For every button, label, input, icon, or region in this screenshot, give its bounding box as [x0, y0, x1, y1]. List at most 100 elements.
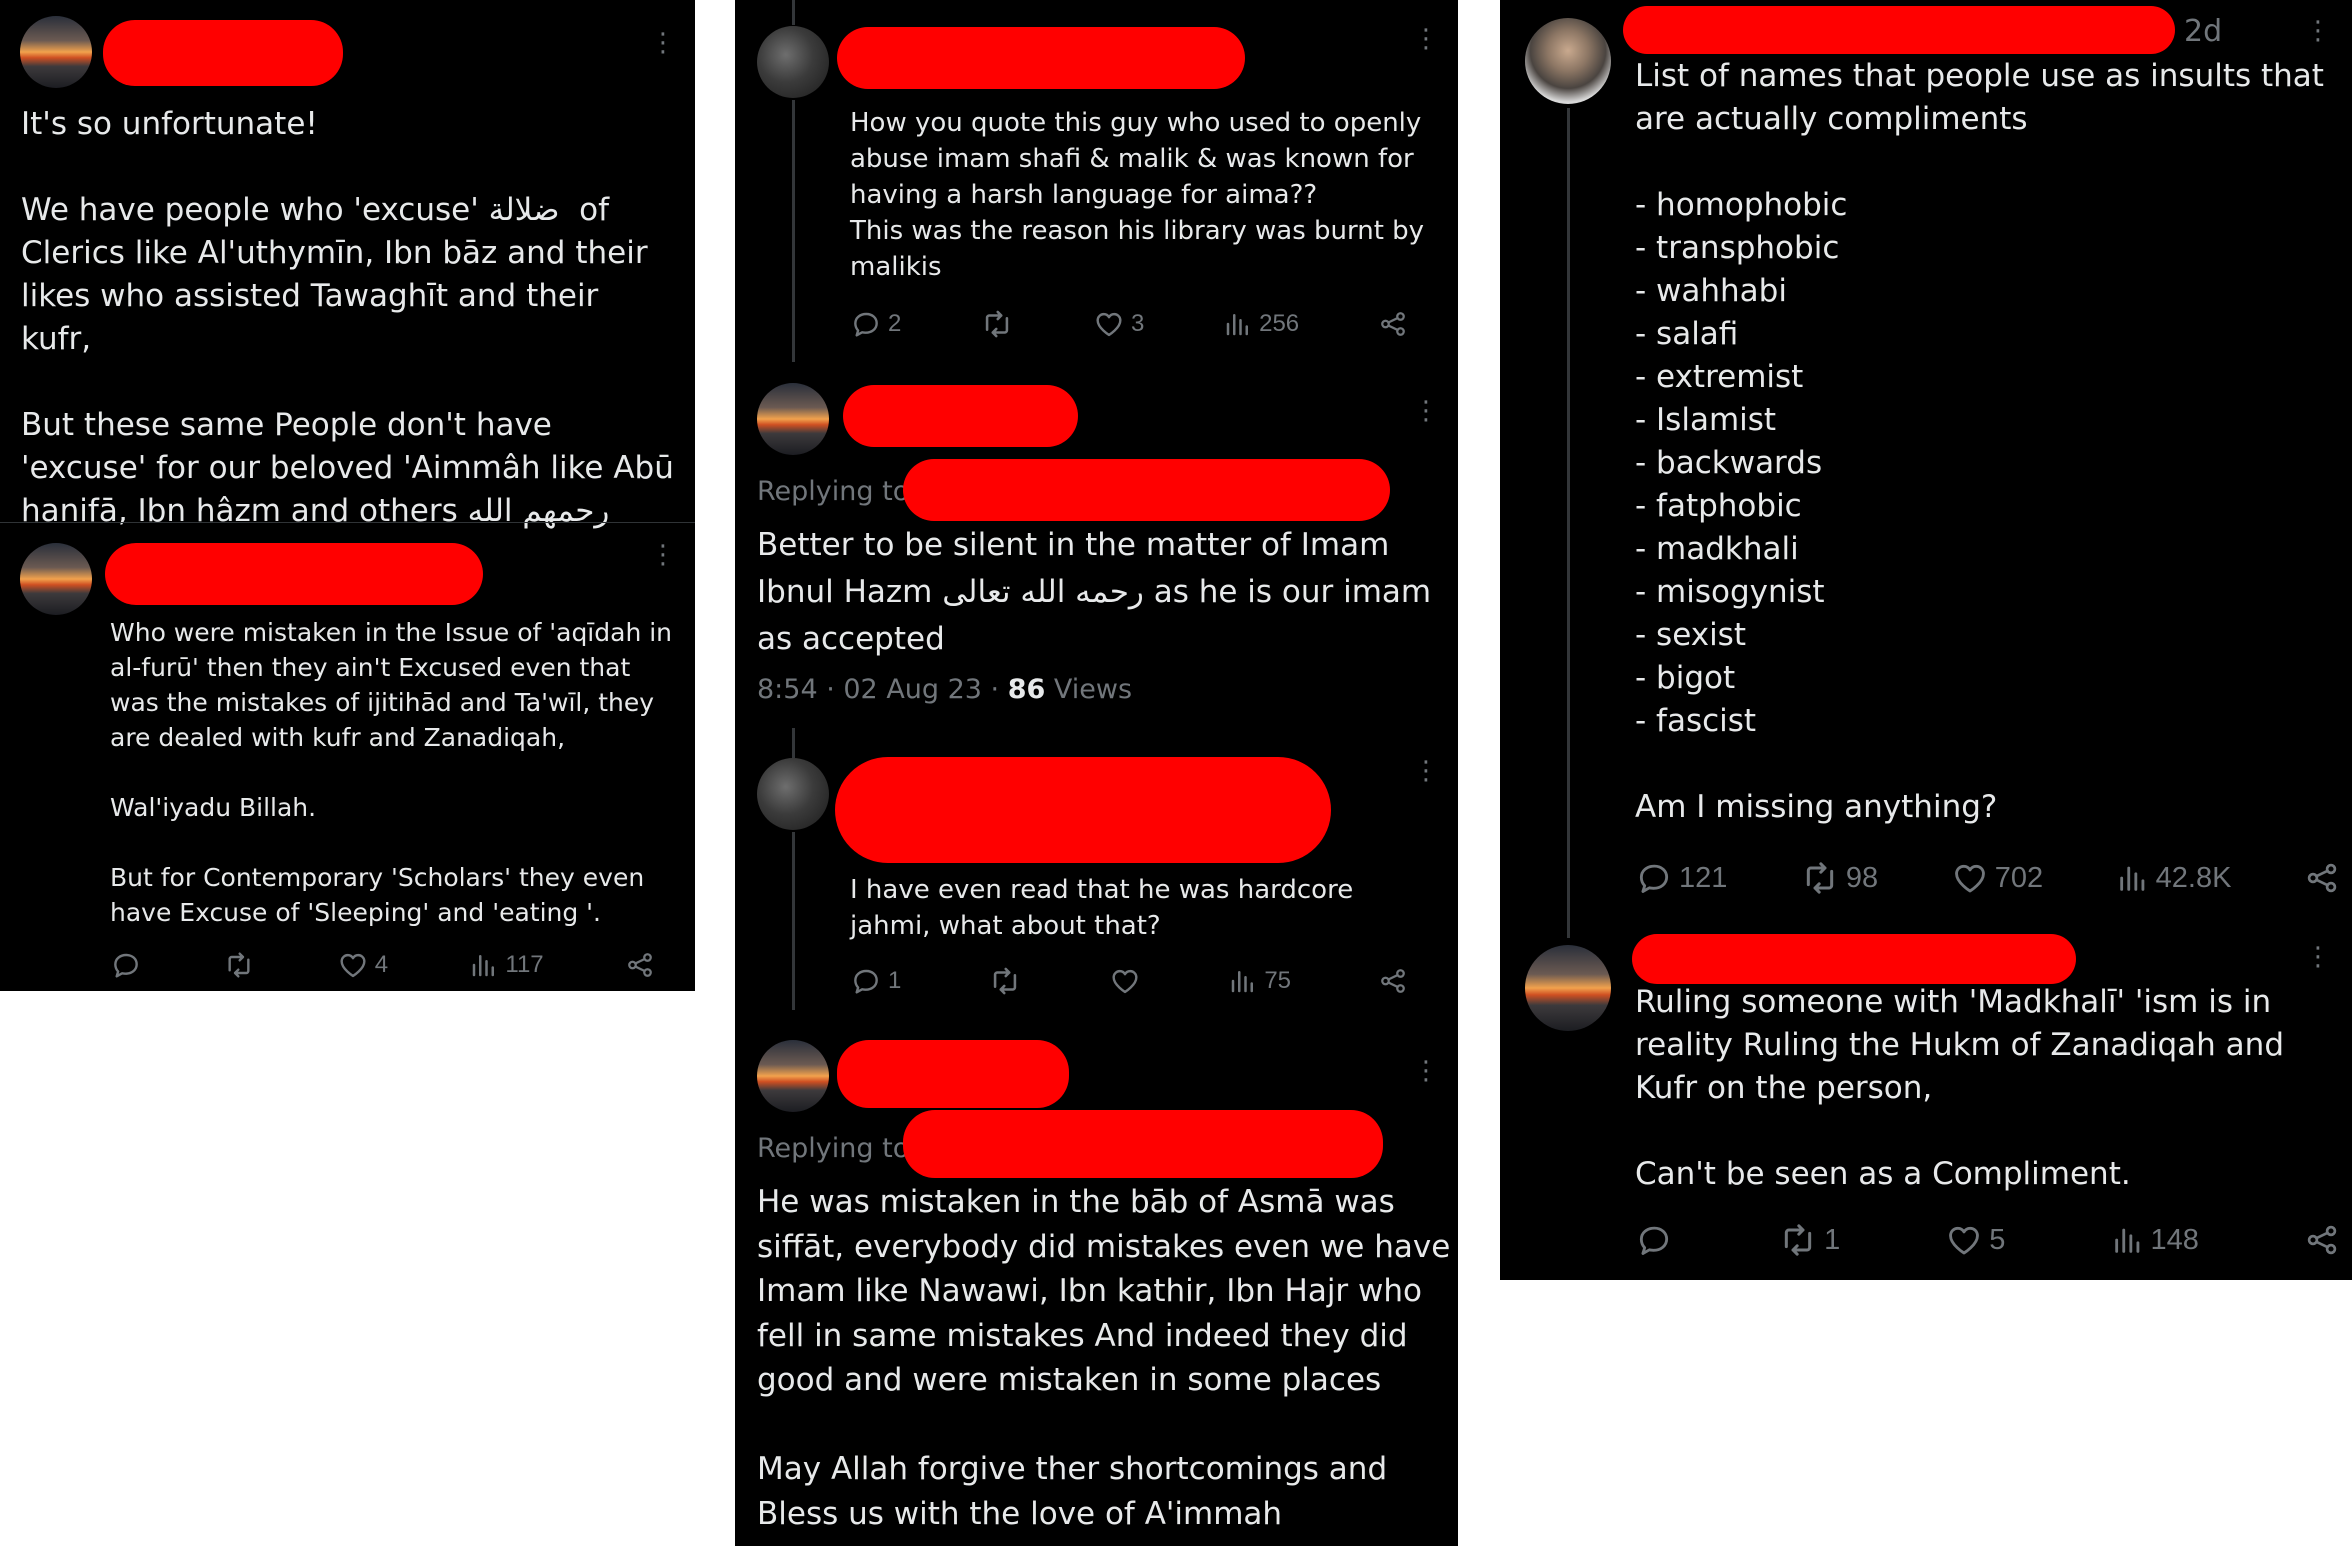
- views-button[interactable]: 117: [469, 950, 544, 980]
- views-button[interactable]: 148: [2111, 1223, 2199, 1257]
- reply-count: 1: [888, 967, 902, 994]
- view-count: 42.8K: [2155, 861, 2232, 894]
- repost-count: 98: [1845, 861, 1879, 894]
- like-icon: [1945, 1221, 1983, 1259]
- reply-icon: [1635, 859, 1673, 897]
- share-button[interactable]: [2304, 1222, 2340, 1258]
- redacted-mention[interactable]: [903, 459, 1390, 521]
- like-icon: [337, 949, 369, 981]
- views-icon: [2111, 1223, 2145, 1257]
- user-avatar[interactable]: [757, 383, 829, 455]
- like-count: 4: [374, 951, 389, 978]
- redacted-username: [837, 27, 1245, 89]
- reply-icon: [850, 965, 882, 997]
- like-button[interactable]: 702: [1951, 859, 2043, 897]
- user-avatar[interactable]: [757, 758, 829, 830]
- repost-button[interactable]: 98: [1800, 858, 1878, 898]
- reply-icon: [1635, 1221, 1673, 1259]
- reply-icon: [110, 949, 142, 981]
- repost-icon: [1800, 858, 1840, 898]
- views-button[interactable]: 42.8K: [2116, 861, 2232, 895]
- thread-panel-left: ⋮ It's so unfortunate! We have people wh…: [0, 0, 695, 991]
- user-avatar[interactable]: [20, 543, 92, 615]
- more-icon[interactable]: ⋮: [2305, 18, 2331, 44]
- user-avatar[interactable]: [1525, 945, 1611, 1031]
- thread-line: [792, 832, 795, 1010]
- views-icon: [469, 950, 499, 980]
- reply-button[interactable]: 1: [850, 965, 901, 997]
- redacted-username: [837, 1040, 1069, 1108]
- reply-button[interactable]: [1635, 1221, 1673, 1259]
- repost-count: 1: [1824, 1223, 1841, 1256]
- tweet-text: List of names that people use as insults…: [1635, 58, 2324, 825]
- more-icon[interactable]: ⋮: [2305, 944, 2331, 970]
- like-icon: [1109, 965, 1141, 997]
- repost-button[interactable]: [223, 949, 255, 981]
- tweet-actions: 1 75: [850, 963, 1408, 999]
- tweet-text: It's so unfortunate! We have people who …: [21, 106, 674, 529]
- redacted-username: [1632, 934, 2076, 984]
- repost-button[interactable]: [988, 964, 1022, 998]
- repost-icon: [988, 964, 1022, 998]
- like-count: 3: [1130, 310, 1145, 337]
- tweet-actions: 121 98 702 42.8K: [1635, 858, 2340, 898]
- reply-text: Who were mistaken in the Issue of 'aqīda…: [110, 618, 673, 927]
- redacted-username: [105, 543, 483, 605]
- reply-button[interactable]: [110, 949, 142, 981]
- repost-icon: [980, 307, 1014, 341]
- tweet-text: Better to be silent in the matter of Ima…: [757, 527, 1441, 657]
- user-avatar[interactable]: [757, 1040, 829, 1112]
- share-button[interactable]: [1378, 966, 1408, 996]
- redacted-username: [835, 757, 1331, 863]
- user-avatar[interactable]: [1525, 18, 1611, 104]
- share-icon: [1378, 309, 1408, 339]
- redacted-username: [103, 20, 343, 86]
- view-count: 86: [1007, 674, 1046, 705]
- redacted-username: [843, 385, 1078, 447]
- more-icon[interactable]: ⋮: [650, 542, 676, 568]
- reply-text: How you quote this guy who used to openl…: [850, 108, 1425, 282]
- more-icon[interactable]: ⋮: [1413, 1058, 1439, 1084]
- views-icon: [1228, 966, 1258, 996]
- like-button[interactable]: 4: [337, 949, 388, 981]
- reply-button[interactable]: 121: [1635, 859, 1727, 897]
- user-avatar[interactable]: [757, 26, 829, 98]
- views-label: Views: [1045, 674, 1133, 705]
- reply-text: I have even read that he was hardcore ja…: [850, 875, 1362, 941]
- more-icon[interactable]: ⋮: [1413, 758, 1439, 784]
- more-icon[interactable]: ⋮: [1413, 398, 1439, 424]
- views-button[interactable]: 256: [1223, 309, 1299, 339]
- share-button[interactable]: [625, 950, 655, 980]
- view-count: 75: [1264, 967, 1292, 994]
- reply-text: He was mistaken in the bāb of Asmā was s…: [757, 1184, 1451, 1532]
- tweet-actions: 4 117: [110, 948, 655, 982]
- share-icon: [1378, 966, 1408, 996]
- tweet-timestamp: 8:54 · 02 Aug 23 ·: [757, 674, 1008, 705]
- repost-icon: [223, 949, 255, 981]
- thread-line: [792, 728, 795, 758]
- replying-to-label: Replying to: [757, 476, 910, 507]
- thread-panel-right: 2d ⋮ List of names that people use as in…: [1500, 0, 2352, 1280]
- share-button[interactable]: [1378, 309, 1408, 339]
- repost-button[interactable]: [980, 307, 1014, 341]
- tweet-actions: 2 3 256: [850, 306, 1408, 342]
- more-icon[interactable]: ⋮: [650, 30, 676, 56]
- share-button[interactable]: [2304, 860, 2340, 896]
- repost-button[interactable]: 1: [1778, 1220, 1840, 1260]
- reply-icon: [850, 308, 882, 340]
- more-icon[interactable]: ⋮: [1413, 26, 1439, 52]
- views-button[interactable]: 75: [1228, 966, 1291, 996]
- divider: [0, 522, 695, 523]
- redacted-mention[interactable]: [903, 1110, 1383, 1178]
- like-button[interactable]: [1109, 965, 1141, 997]
- like-button[interactable]: 3: [1093, 308, 1144, 340]
- user-avatar[interactable]: [20, 16, 92, 88]
- thread-line: [1567, 108, 1570, 938]
- like-button[interactable]: 5: [1945, 1221, 2005, 1259]
- tweet-meta: 8:54 · 02 Aug 23 · 86 Views: [757, 674, 1132, 705]
- reply-count: 2: [888, 310, 902, 337]
- views-icon: [1223, 309, 1253, 339]
- reply-count: 121: [1679, 861, 1728, 894]
- reply-button[interactable]: 2: [850, 308, 901, 340]
- view-count: 117: [505, 951, 544, 978]
